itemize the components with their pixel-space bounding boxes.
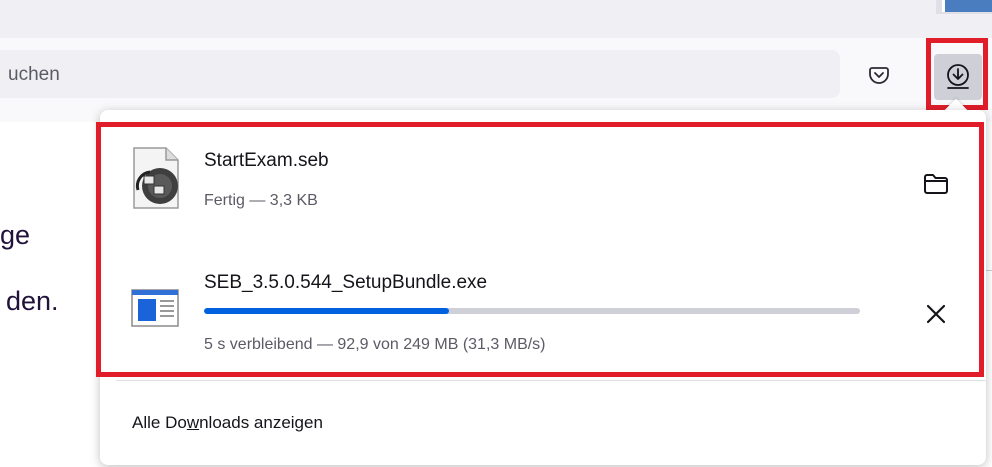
exe-file-icon xyxy=(131,289,179,327)
folder-icon xyxy=(924,174,948,194)
download-file-name: StartExam.seb xyxy=(204,150,329,171)
page-text-line-1: ge xyxy=(0,220,31,250)
pocket-icon xyxy=(869,67,889,84)
download-item-setupbundle[interactable]: SEB_3.5.0.544_SetupBundle.exe 5 s verble… xyxy=(100,250,986,370)
panel-separator xyxy=(116,380,986,381)
title-bar xyxy=(0,0,992,38)
cancel-download-button[interactable] xyxy=(916,294,956,334)
window-corner xyxy=(936,0,992,14)
download-status: Fertig — 3,3 KB xyxy=(204,192,318,209)
url-placeholder: uchen xyxy=(8,64,60,85)
url-bar[interactable]: uchen xyxy=(0,50,840,98)
seb-file-icon xyxy=(133,147,179,209)
download-file-name: SEB_3.5.0.544_SetupBundle.exe xyxy=(204,272,488,293)
download-status: 5 s verbleibend — 92,9 von 249 MB (31,3 … xyxy=(204,336,546,353)
show-all-label-start: Alle Do xyxy=(132,413,187,432)
download-progress-bar xyxy=(204,308,860,314)
page-text-line-2: den. xyxy=(6,286,59,316)
cancel-icon xyxy=(926,304,946,324)
download-item-startexam[interactable]: StartExam.seb Fertig — 3,3 KB xyxy=(100,128,986,238)
download-progress-fill xyxy=(204,308,449,314)
show-all-downloads-button[interactable]: Alle Downloads anzeigen xyxy=(132,413,323,433)
show-in-folder-button[interactable] xyxy=(918,166,954,202)
pocket-button[interactable] xyxy=(864,60,894,90)
show-all-accesskey: w xyxy=(186,413,200,432)
show-all-label-end: nloads anzeigen xyxy=(199,413,323,432)
